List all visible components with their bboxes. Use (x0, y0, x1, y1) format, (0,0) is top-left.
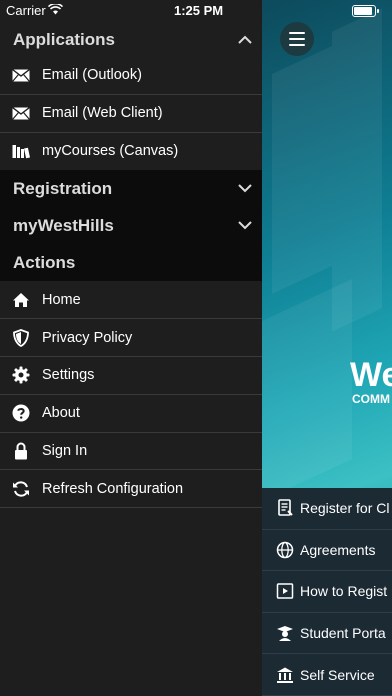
refresh-icon (12, 480, 30, 498)
video-icon (276, 583, 294, 600)
nav-item-label: Email (Web Client) (42, 105, 163, 122)
app-item-label: Self Service (300, 666, 375, 683)
nav-item-about[interactable]: About (0, 394, 262, 433)
college-logo-subtitle: COMM (352, 392, 390, 406)
app-item-register[interactable]: Register for Cl (262, 488, 392, 530)
chevron-up-icon (238, 35, 252, 44)
chevron-down-icon (238, 184, 252, 193)
app-item-label: Agreements (300, 541, 376, 558)
hamburger-menu-button[interactable] (280, 22, 314, 56)
status-time: 1:25 PM (174, 3, 224, 18)
home-icon (12, 291, 30, 309)
shield-icon (12, 328, 30, 347)
section-title: myWestHills (13, 215, 114, 235)
lock-icon (12, 442, 30, 460)
navigation-drawer: Applications Email (Outlook) Email (Web … (0, 22, 262, 696)
app-item-label: Student Porta (300, 625, 386, 642)
bank-icon (277, 667, 293, 683)
app-item-how-to-register[interactable]: How to Regist (262, 571, 392, 613)
books-icon (12, 142, 30, 160)
wifi-icon (48, 4, 63, 15)
section-header-applications[interactable]: Applications (0, 22, 262, 57)
carrier-label: Carrier (6, 3, 46, 18)
nav-item-label: Refresh Configuration (42, 480, 184, 497)
nav-item-label: myCourses (Canvas) (42, 143, 179, 160)
college-logo-text: We (350, 356, 392, 394)
section-header-registration[interactable]: Registration (0, 170, 262, 208)
nav-item-label: Sign In (42, 442, 88, 459)
envelope-icon (12, 66, 30, 84)
status-bar: Carrier 1:25 PM (0, 0, 262, 22)
battery-icon (352, 5, 379, 17)
app-item-label: Register for Cl (300, 500, 390, 517)
app-item-self-service[interactable]: Self Service (262, 654, 392, 696)
question-icon (12, 404, 30, 422)
nav-item-privacy-policy[interactable]: Privacy Policy (0, 319, 262, 357)
nav-item-label: Privacy Policy (42, 329, 133, 346)
app-shortcut-list: Register for Cl Agreements How to Regist… (262, 488, 392, 696)
nav-item-refresh-configuration[interactable]: Refresh Configuration (0, 470, 262, 509)
app-item-student-portal[interactable]: Student Porta (262, 613, 392, 655)
nav-item-email-outlook[interactable]: Email (Outlook) (0, 57, 262, 95)
nav-item-sign-in[interactable]: Sign In (0, 432, 262, 471)
envelope-icon (12, 104, 30, 122)
globe-icon (276, 541, 294, 559)
nav-item-label: Email (Outlook) (42, 67, 142, 84)
section-header-mywesthills[interactable]: myWestHills (0, 207, 262, 245)
section-header-actions: Actions (0, 244, 262, 282)
app-item-agreements[interactable]: Agreements (262, 530, 392, 572)
nav-item-settings[interactable]: Settings (0, 356, 262, 395)
section-title: Actions (13, 252, 76, 272)
nav-item-label: About (42, 405, 80, 422)
chevron-down-icon (238, 221, 252, 230)
nav-item-label: Home (42, 291, 81, 308)
section-title: Registration (13, 178, 113, 198)
section-title: Applications (13, 29, 116, 49)
document-icon (278, 499, 293, 517)
student-icon (277, 626, 293, 642)
app-item-label: How to Regist (300, 583, 388, 600)
nav-item-label: Settings (42, 367, 95, 384)
nav-item-home[interactable]: Home (0, 281, 262, 320)
gear-icon (12, 366, 30, 384)
nav-item-email-web-client[interactable]: Email (Web Client) (0, 94, 262, 133)
nav-item-mycourses-canvas[interactable]: myCourses (Canvas) (0, 132, 262, 171)
